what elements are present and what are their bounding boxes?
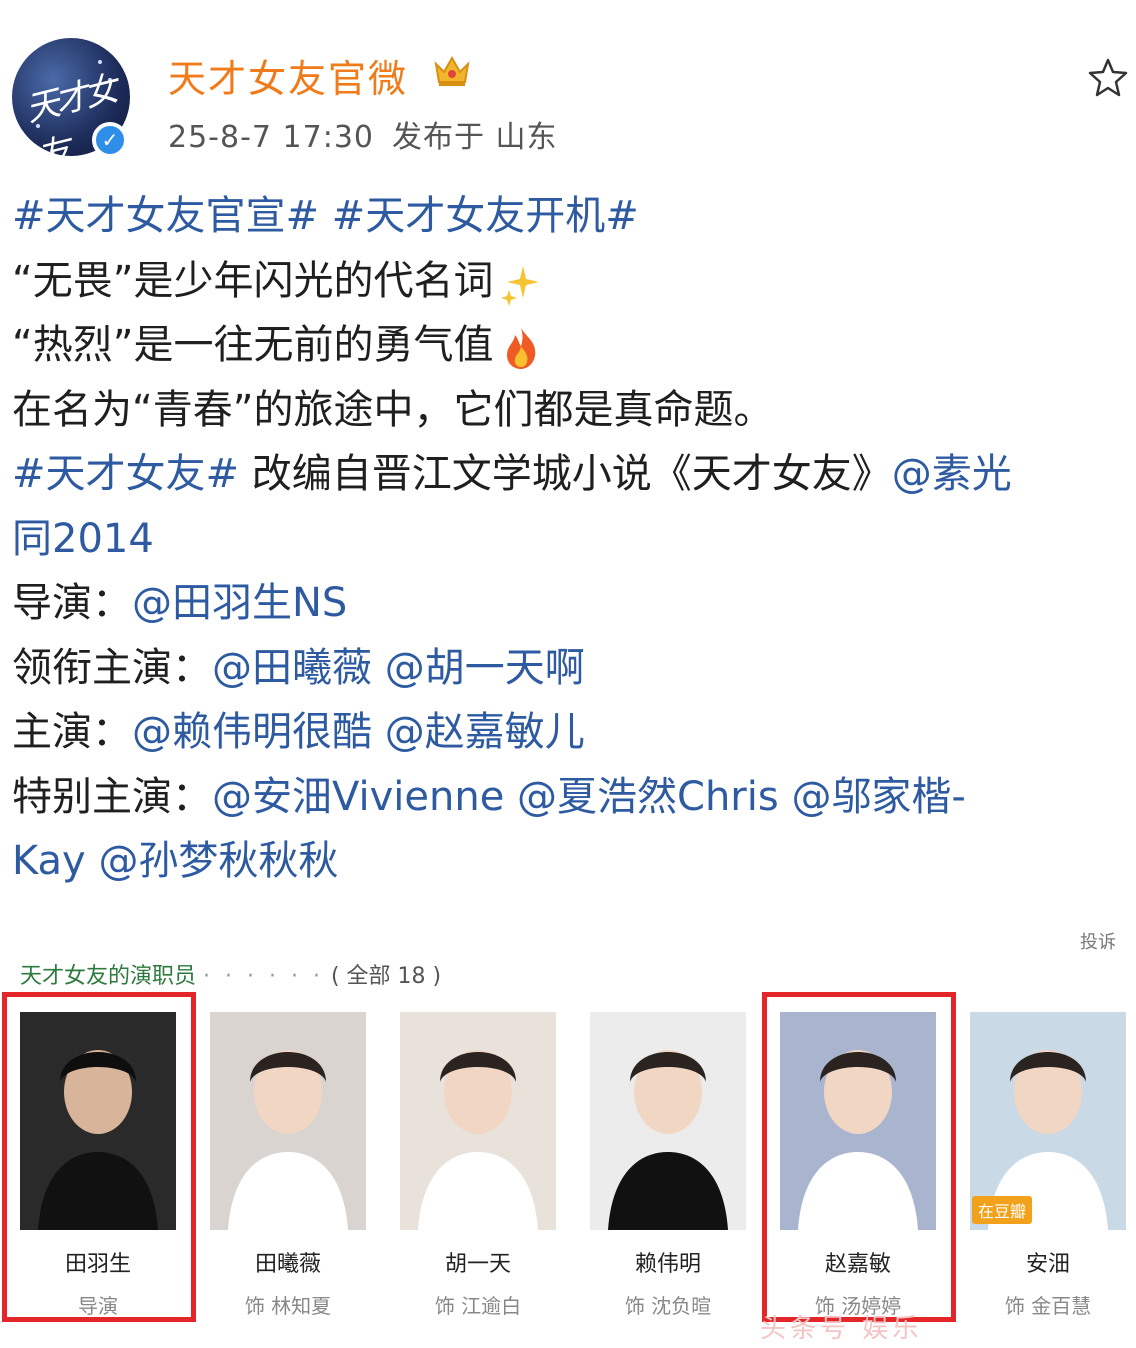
star-favorite-icon[interactable]: [1086, 56, 1130, 100]
post-link[interactable]: #天才女友官宣#: [12, 193, 319, 239]
cast-name: 田曦薇: [254, 1252, 321, 1277]
post-link[interactable]: @素光: [892, 451, 1012, 497]
cast-card[interactable]: 赖伟明饰 沈负暄: [590, 1012, 746, 1319]
cast-role: 饰 沈负暄: [624, 1294, 712, 1318]
post-line: 在名为“青春”的旅途中，它们都是真命题。: [12, 378, 1124, 443]
cast-name: 安沺: [1025, 1252, 1070, 1277]
post-link[interactable]: @夏浩然Chris: [517, 774, 779, 820]
watermark: 头条号 娱乐: [760, 1314, 923, 1344]
post-text: 在名为“青春”的旅途中，它们都是真命题。: [12, 386, 774, 433]
post-link[interactable]: 同2014: [12, 516, 154, 562]
cast-photo[interactable]: [210, 1012, 366, 1230]
post-line: 导演：@田羽生NS: [12, 571, 1124, 636]
post-meta: 25-8-7 17:30 发布于 山东: [168, 112, 558, 156]
post-link[interactable]: @安沺Vivienne: [212, 774, 504, 820]
cast-name: 胡一天: [444, 1252, 511, 1277]
cast-count-label: ( 全部 18 ): [330, 964, 442, 989]
post-line: 同2014: [12, 507, 1124, 572]
post-text: [504, 774, 517, 820]
post-text: “无畏”是少年闪光的代名词: [12, 257, 494, 304]
post-link[interactable]: @孙梦秋秋秋: [98, 838, 338, 884]
post-text: 主演：: [12, 709, 132, 755]
cast-section-header[interactable]: 天才女友的演职员 · · · · · · ( 全部 18 ): [20, 958, 441, 990]
post-link[interactable]: #天才女友开机#: [332, 193, 639, 239]
post-line: #天才女友# 改编自晋江文学城小说《天才女友》@素光: [12, 442, 1124, 507]
post-location: 发布于 山东: [392, 120, 558, 155]
cast-photo[interactable]: 在豆瓣: [970, 1012, 1126, 1230]
cast-section-title: 天才女友的演职员: [20, 964, 197, 989]
post-text: 特别主演：: [12, 773, 212, 820]
highlight-box: [762, 992, 956, 1322]
cast-card[interactable]: 胡一天饰 江逾白: [400, 1012, 556, 1319]
cast-photo[interactable]: [400, 1012, 556, 1230]
crown-icon: [434, 55, 470, 86]
post-text: 领衔主演：: [12, 644, 212, 691]
post-link[interactable]: @田羽生NS: [132, 580, 347, 626]
post-link[interactable]: @田曦薇: [212, 645, 372, 691]
post-text: [319, 193, 332, 239]
highlight-box: [2, 992, 196, 1322]
post-line: #天才女友官宣# #天才女友开机#: [12, 184, 1124, 249]
verified-badge-icon: ✓: [92, 122, 128, 158]
cast-role: 饰 江逾白: [434, 1294, 522, 1318]
cast-card[interactable]: 在豆瓣安沺饰 金百慧: [970, 1012, 1126, 1319]
report-link[interactable]: 投诉: [1080, 928, 1116, 954]
post-link[interactable]: @赖伟明很酷: [132, 709, 372, 755]
person-silhouette-icon: [608, 1050, 728, 1230]
post-timestamp: 25-8-7 17:30: [168, 120, 374, 155]
post-link[interactable]: #天才女友#: [12, 451, 239, 497]
cast-card[interactable]: 田曦薇饰 林知夏: [210, 1012, 366, 1319]
fire-icon: [499, 325, 543, 369]
sparkles-icon: [499, 261, 543, 306]
cast-name: 赖伟明: [634, 1252, 701, 1277]
person-silhouette-icon: [418, 1050, 538, 1230]
post-link[interactable]: @胡一天啊: [385, 645, 585, 691]
post-line: 主演：@赖伟明很酷 @赵嘉敏儿: [12, 700, 1124, 765]
post-line: 领衔主演：@田曦薇 @胡一天啊: [12, 636, 1124, 701]
post-line: Kay @孙梦秋秋秋: [12, 829, 1124, 894]
post-link[interactable]: Kay: [12, 838, 86, 884]
post-line: “无畏”是少年闪光的代名词: [12, 249, 1124, 314]
post-body: #天才女友官宣# #天才女友开机# “无畏”是少年闪光的代名词 “热烈”是一往无前的…: [12, 184, 1124, 894]
cast-section-dots: · · · · · ·: [203, 964, 324, 989]
cast-role: 饰 金百慧: [1004, 1294, 1092, 1318]
post-text: 改编自晋江文学城小说《天才女友》: [239, 451, 892, 497]
post-text: “热烈”是一往无前的勇气值: [12, 322, 494, 368]
post-text: [372, 645, 385, 691]
post-link[interactable]: @邬家楷-: [791, 774, 965, 820]
cast-photo[interactable]: [590, 1012, 746, 1230]
post-text: 导演：: [12, 580, 132, 626]
douban-badge: 在豆瓣: [972, 1196, 1033, 1224]
post-text: [779, 774, 792, 820]
post-line: 特别主演：@安沺Vivienne @夏浩然Chris @邬家楷-: [12, 765, 1124, 830]
post-link[interactable]: @赵嘉敏儿: [385, 709, 585, 755]
cast-role: 饰 林知夏: [244, 1294, 332, 1318]
post-text: [86, 838, 99, 884]
post-line: “热烈”是一往无前的勇气值: [12, 313, 1124, 378]
post-text: [372, 709, 385, 755]
person-silhouette-icon: [228, 1050, 348, 1230]
account-name[interactable]: 天才女友官微: [168, 48, 408, 103]
